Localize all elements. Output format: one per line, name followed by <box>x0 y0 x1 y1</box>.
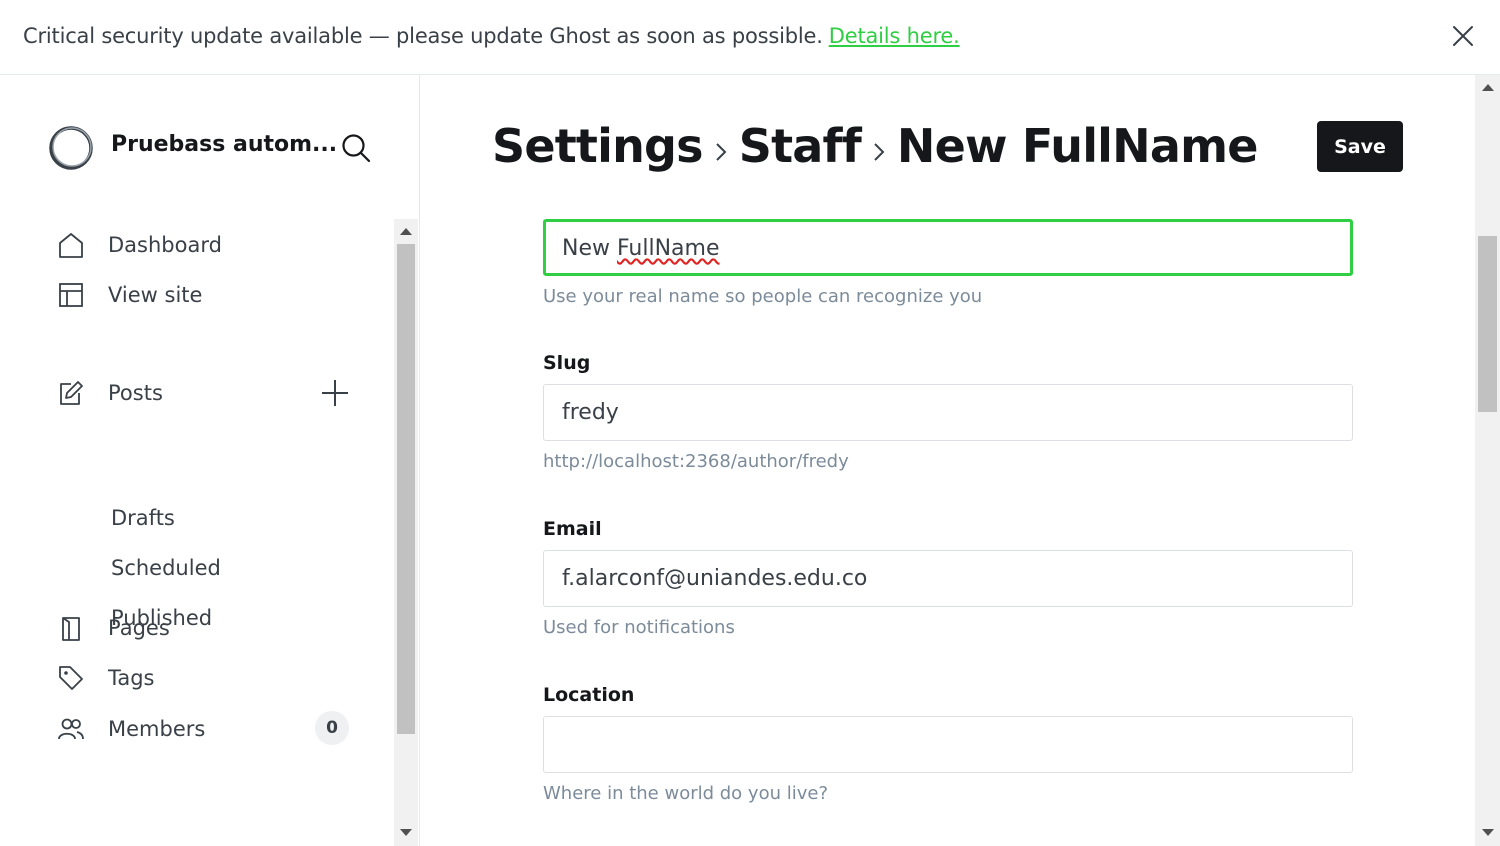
crumb-current-user: New FullName <box>896 119 1259 173</box>
nav-posts[interactable]: Posts <box>56 375 163 411</box>
main-scrollbar[interactable] <box>1475 75 1500 846</box>
scroll-up-icon[interactable] <box>400 228 412 235</box>
chevron-right-icon <box>709 136 733 168</box>
members-icon <box>56 714 86 744</box>
banner-message-row: Critical security update available — ple… <box>23 24 960 48</box>
full-name-value-misspelled: FullName <box>616 236 720 261</box>
site-title[interactable]: Pruebass autom... <box>111 132 337 157</box>
location-hint: Where in the world do you live? <box>543 783 828 804</box>
banner-details-link[interactable]: Details here. <box>829 24 960 48</box>
nav-view-site[interactable]: View site <box>56 277 202 313</box>
nav-posts-label: Posts <box>108 381 163 405</box>
full-name-input[interactable]: New FullName <box>543 219 1353 276</box>
scroll-down-icon[interactable] <box>1482 829 1494 836</box>
nav-drafts[interactable]: Drafts <box>111 506 175 530</box>
location-input[interactable] <box>543 716 1353 773</box>
full-name-value: New FullName <box>562 236 720 261</box>
nav-scheduled[interactable]: Scheduled <box>111 556 221 580</box>
chevron-right-icon <box>867 136 891 168</box>
banner-message: Critical security update available — ple… <box>23 24 823 48</box>
nav-members-label: Members <box>108 717 206 741</box>
nav-dashboard[interactable]: Dashboard <box>56 227 222 263</box>
crumb-staff[interactable]: Staff <box>739 119 862 173</box>
nav-tags-label: Tags <box>108 666 155 690</box>
email-field[interactable] <box>543 550 1353 607</box>
sidebar-scrollbar[interactable] <box>394 219 418 846</box>
main-scroll-thumb[interactable] <box>1478 236 1497 412</box>
site-logo[interactable] <box>48 125 94 171</box>
nav-tags[interactable]: Tags <box>56 660 155 696</box>
email-hint: Used for notifications <box>543 617 735 638</box>
slug-url-hint: http://localhost:2368/author/fredy <box>543 451 849 472</box>
close-icon[interactable] <box>1449 22 1477 50</box>
sidebar-scroll-thumb[interactable] <box>397 244 415 734</box>
members-count-badge: 0 <box>315 711 349 745</box>
nav-dashboard-label: Dashboard <box>108 233 222 257</box>
save-button[interactable]: Save <box>1317 121 1403 172</box>
add-post-icon[interactable] <box>319 377 351 409</box>
edit-icon <box>56 378 86 408</box>
layout-icon <box>56 280 86 310</box>
nav-pages[interactable]: Pages <box>56 610 170 646</box>
main-content: Settings Staff New FullName Save New Ful… <box>421 75 1475 846</box>
nav-members[interactable]: Members <box>56 711 205 747</box>
slug-label: Slug <box>543 352 591 374</box>
page-icon <box>56 613 86 643</box>
crumb-settings[interactable]: Settings <box>492 119 704 173</box>
email-label: Email <box>543 518 602 540</box>
nav-pages-label: Pages <box>108 616 170 640</box>
full-name-hint: Use your real name so people can recogni… <box>543 286 983 307</box>
update-banner: Critical security update available — ple… <box>0 0 1500 75</box>
sidebar: Pruebass autom... Dashboard View site Po… <box>0 75 420 846</box>
tag-icon <box>56 663 86 693</box>
scroll-down-icon[interactable] <box>400 829 412 836</box>
nav-view-site-label: View site <box>108 283 203 307</box>
home-icon <box>56 230 86 260</box>
full-name-value-prefix: New <box>562 236 617 261</box>
search-icon[interactable] <box>340 132 372 164</box>
breadcrumb: Settings Staff New FullName <box>492 119 1258 173</box>
location-label: Location <box>543 684 635 706</box>
scroll-up-icon[interactable] <box>1482 84 1494 91</box>
slug-input[interactable] <box>543 384 1353 441</box>
